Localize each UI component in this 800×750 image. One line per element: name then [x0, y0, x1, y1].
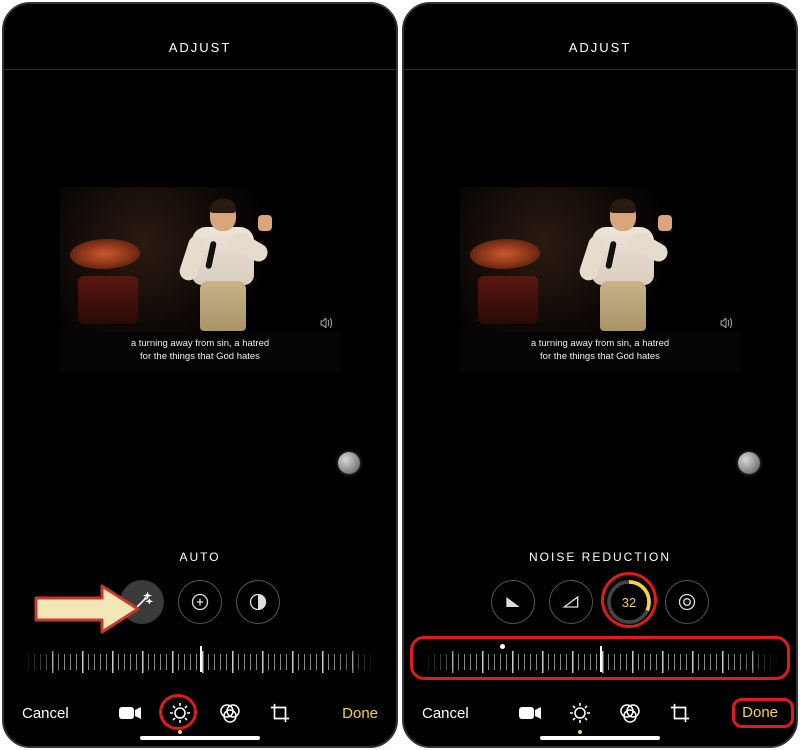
done-button-wrap: Done — [742, 704, 778, 722]
video-frame[interactable]: a turning away from sin, a hatred for th… — [460, 187, 740, 373]
slider-handle[interactable] — [600, 646, 602, 672]
caption-line-2: for the things that God hates — [540, 351, 660, 362]
phone-right: ADJUST a turning away from sin, a hatred — [402, 2, 798, 748]
speaker-person — [178, 201, 268, 331]
tool-name-label: AUTO — [4, 540, 396, 580]
drum-cymbal — [69, 238, 140, 270]
caption-line-2: for the things that God hates — [140, 351, 260, 362]
noise-reduction-button[interactable]: 32 — [607, 580, 651, 624]
video-preview-area: a turning away from sin, a hatred for th… — [404, 70, 796, 540]
video-mode-icon[interactable] — [117, 700, 143, 726]
header-title: ADJUST — [4, 4, 396, 70]
adjust-slider[interactable] — [4, 638, 396, 694]
adjust-tools-row: 32 — [404, 580, 796, 638]
cancel-button[interactable]: Cancel — [22, 705, 69, 722]
adjust-mode-icon[interactable] — [167, 700, 193, 726]
audio-icon — [720, 318, 734, 328]
highlights-button[interactable] — [236, 580, 280, 624]
tool-name-label: NOISE REDUCTION — [404, 540, 796, 580]
live-photo-indicator[interactable] — [738, 452, 760, 474]
home-indicator[interactable] — [140, 736, 260, 740]
noise-reduction-button-wrap: 32 — [607, 580, 651, 624]
bottom-toolbar: Cancel — [404, 694, 796, 734]
audio-icon — [320, 318, 334, 328]
value-ring — [607, 580, 651, 624]
adjust-mode-icon[interactable] — [567, 700, 593, 726]
done-button[interactable]: Done — [742, 704, 778, 721]
done-button[interactable]: Done — [342, 705, 378, 722]
annotation-arrow — [32, 584, 142, 634]
filters-mode-icon[interactable] — [217, 700, 243, 726]
caption-line-1: a turning away from sin, a hatred — [531, 338, 669, 349]
video-preview-area: a turning away from sin, a hatred for th… — [4, 70, 396, 540]
caption-line-1: a turning away from sin, a hatred — [131, 338, 269, 349]
filters-mode-icon[interactable] — [617, 700, 643, 726]
exposure-button[interactable] — [178, 580, 222, 624]
edit-mode-tabs — [117, 700, 293, 726]
adjust-slider[interactable] — [404, 638, 796, 694]
cancel-button[interactable]: Cancel — [422, 705, 469, 722]
header-title: ADJUST — [404, 4, 796, 70]
video-mode-icon[interactable] — [517, 700, 543, 726]
live-photo-indicator[interactable] — [338, 452, 360, 474]
adjust-tools-row — [4, 580, 396, 638]
video-frame[interactable]: a turning away from sin, a hatred for th… — [60, 187, 340, 373]
slider-handle[interactable] — [200, 646, 202, 672]
video-thumbnail — [460, 187, 740, 332]
crop-mode-icon[interactable] — [267, 700, 293, 726]
slider-origin-dot — [500, 644, 505, 649]
phone-left: ADJUST a turning away from sin, — [2, 2, 398, 748]
sharpness-button[interactable] — [491, 580, 535, 624]
bottom-toolbar: Cancel — [4, 694, 396, 734]
crop-mode-icon[interactable] — [667, 700, 693, 726]
video-thumbnail — [60, 187, 340, 332]
video-caption: a turning away from sin, a hatred for th… — [460, 332, 740, 373]
home-indicator[interactable] — [540, 736, 660, 740]
drum-kit — [78, 276, 138, 324]
edit-mode-tabs — [517, 700, 693, 726]
definition-button[interactable] — [549, 580, 593, 624]
vignette-button[interactable] — [665, 580, 709, 624]
video-caption: a turning away from sin, a hatred for th… — [60, 332, 340, 373]
